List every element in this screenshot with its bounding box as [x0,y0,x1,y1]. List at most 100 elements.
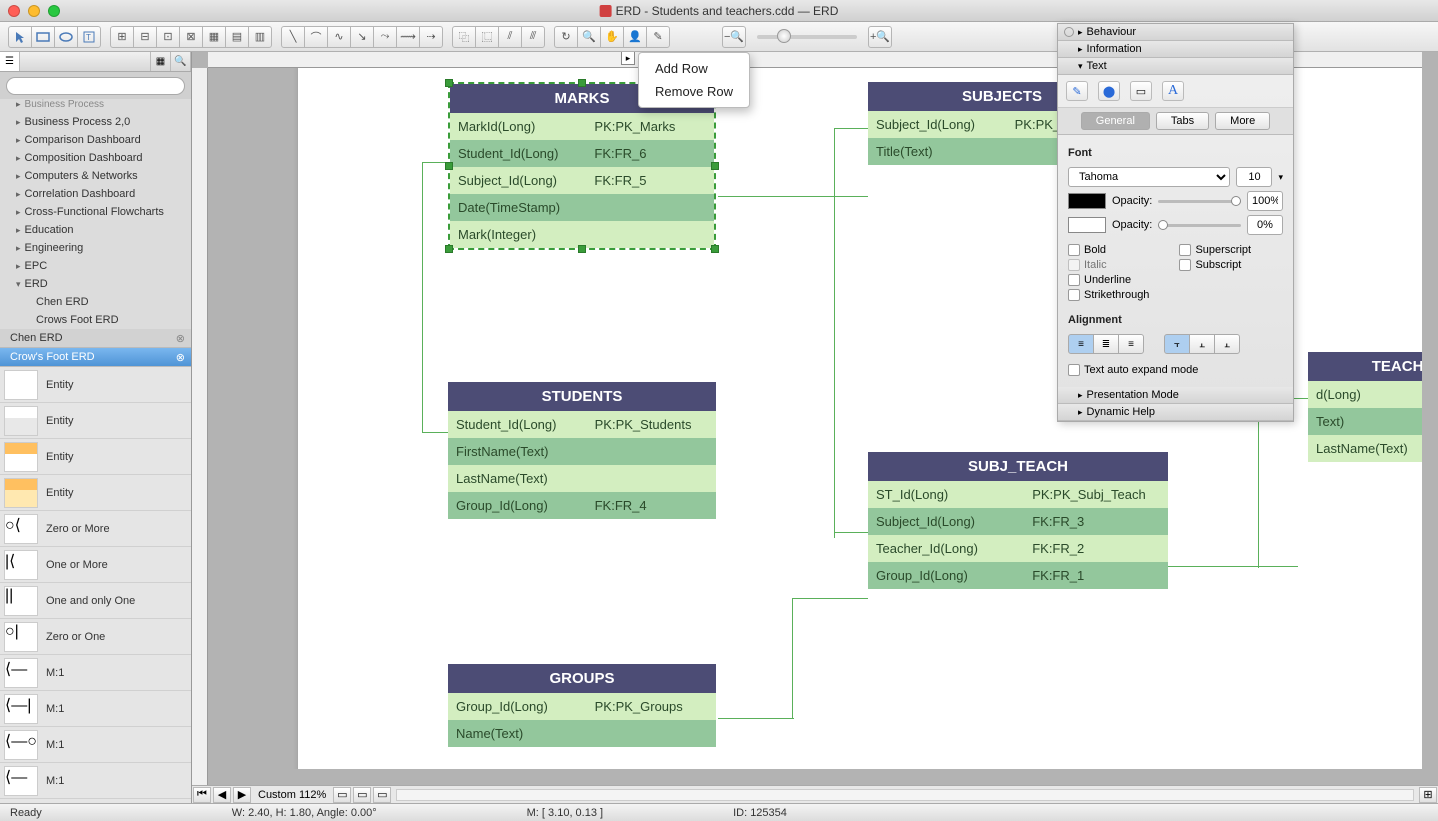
palette-entity-1[interactable]: Entity [0,367,191,403]
spline-tool[interactable]: ∿ [327,26,351,48]
tree-item-crows-foot-erd[interactable]: Crows Foot ERD [0,311,191,329]
tree-tool-7[interactable]: ▥ [248,26,272,48]
chk-bold[interactable] [1068,244,1080,256]
hscroll-track[interactable] [396,789,1414,801]
chk-auto-expand[interactable] [1068,364,1080,376]
erd-table-groups[interactable]: GROUPS Group_Id(Long)PK:PK_Groups Name(T… [448,664,716,747]
valign-mid[interactable]: ⫠ [1189,334,1215,354]
minimize-window-button[interactable] [28,5,40,17]
zoom-level[interactable]: Custom 112% [252,789,332,801]
sidebar-tab-libraries[interactable]: ☰ [0,52,20,71]
palette-entity-4[interactable]: Entity [0,475,191,511]
open-lib-chen[interactable]: Chen ERD⊗ [0,329,191,348]
tree-item[interactable]: ▸Correlation Dashboard [0,185,191,203]
palette-entity-3[interactable]: Entity [0,439,191,475]
tree-item-chen-erd[interactable]: Chen ERD [0,293,191,311]
tree-item[interactable]: ▸Cross-Functional Flowcharts [0,203,191,221]
tree-tool-6[interactable]: ▤ [225,26,249,48]
refresh-tool[interactable]: ↻ [554,26,578,48]
text-bg-swatch[interactable] [1068,217,1106,233]
align-left[interactable]: ≡ [1068,334,1094,354]
tree-tool-5[interactable]: ▦ [202,26,226,48]
connector-tool-4[interactable]: ⇢ [419,26,443,48]
erd-table-subj-teach[interactable]: SUBJ_TEACH ST_Id(Long)PK:PK_Subj_Teach S… [868,452,1168,589]
eyedropper-tool[interactable]: ✎ [646,26,670,48]
hand-tool[interactable]: ✋ [600,26,624,48]
tree-item[interactable]: ▸Composition Dashboard [0,149,191,167]
rectangle-tool[interactable] [31,26,55,48]
layer-3-button[interactable]: ▭ [373,787,391,803]
chk-underline[interactable] [1068,274,1080,286]
arc-tool[interactable]: ⌒ [304,26,328,48]
chk-strike[interactable] [1068,289,1080,301]
connector-tool-1[interactable]: ↘ [350,26,374,48]
text-bg-opacity-value[interactable] [1247,215,1283,235]
sidebar-tab-search-icon[interactable]: 🔍 [171,52,191,71]
ellipse-tool[interactable] [54,26,78,48]
close-icon[interactable]: ⊗ [176,351,185,364]
sidebar-tab-grid-icon[interactable]: ▦ [151,52,171,71]
text-bg-opacity-slider[interactable] [1158,224,1241,227]
zoom-out-button[interactable]: −🔍 [722,26,746,48]
props-section-text[interactable]: ▾Text [1058,58,1293,75]
chk-sub[interactable] [1179,259,1191,271]
tree-item[interactable]: ▸Education [0,221,191,239]
palette-m1-d[interactable]: ⟨—M:1 [0,763,191,799]
valign-bot[interactable]: ⫠ [1214,334,1240,354]
props-section-information[interactable]: ▸Information [1058,41,1293,58]
erd-table-students[interactable]: STUDENTS Student_Id(Long)PK:PK_Students … [448,382,716,519]
palette-m1-a[interactable]: ⟨—M:1 [0,655,191,691]
tree-item-erd[interactable]: ▾ERD [0,275,191,293]
next-page-button[interactable]: ▶ [233,787,251,803]
props-tab-general[interactable]: General [1081,112,1150,130]
first-page-button[interactable]: ⏮ [193,787,211,803]
tree-tool-1[interactable]: ⊞ [110,26,134,48]
tree-item[interactable]: ▸Business Process 2,0 [0,113,191,131]
valign-top[interactable]: ⫟ [1164,334,1190,354]
zoom-tool[interactable]: 🔍 [577,26,601,48]
palette-m1-b[interactable]: ⟨—|M:1 [0,691,191,727]
text-opacity-slider[interactable] [1158,200,1241,203]
group-tool[interactable]: ⿻ [452,26,476,48]
zoom-slider[interactable] [757,35,857,39]
align-right[interactable]: ≡ [1118,334,1144,354]
text-color-swatch[interactable] [1068,193,1106,209]
text-opacity-value[interactable] [1247,191,1283,211]
smart-tag-icon[interactable]: ▸ [621,52,635,65]
zoom-in-button[interactable]: +🔍 [868,26,892,48]
open-lib-crowfoot[interactable]: Crow's Foot ERD⊗ [0,348,191,367]
props-presentation-mode[interactable]: ▸Presentation Mode [1058,387,1293,404]
menu-remove-row[interactable]: Remove Row [639,80,749,103]
align-tool[interactable]: ⫽ [498,26,522,48]
close-window-button[interactable] [8,5,20,17]
palette-m1-c[interactable]: ⟨—○M:1 [0,727,191,763]
ungroup-tool[interactable]: ⿺ [475,26,499,48]
palette-entity-2[interactable]: Entity [0,403,191,439]
chk-italic[interactable] [1068,259,1080,271]
font-name-select[interactable]: Tahoma [1068,167,1230,187]
palette-one-more[interactable]: |⟨One or More [0,547,191,583]
scroll-end-button[interactable]: ⊞ [1419,787,1437,803]
text-fill-icon[interactable]: ⬤ [1098,81,1120,101]
font-a-icon[interactable]: A [1162,81,1184,101]
tree-item-truncated[interactable]: ▸Business Process [0,99,191,113]
distribute-tool[interactable]: ⫻ [521,26,545,48]
properties-panel[interactable]: ▸Behaviour ▸Information ▾Text ✎ ⬤ ▭ A Ge… [1057,23,1294,422]
props-tab-more[interactable]: More [1215,112,1270,130]
tree-tool-2[interactable]: ⊟ [133,26,157,48]
tree-item[interactable]: ▸Comparison Dashboard [0,131,191,149]
library-tree[interactable]: ▸Business Process ▸Business Process 2,0 … [0,99,191,367]
sidebar-search-input[interactable] [6,77,185,95]
props-tab-tabs[interactable]: Tabs [1156,112,1209,130]
props-section-behaviour[interactable]: ▸Behaviour [1058,24,1293,41]
tree-item[interactable]: ▸EPC [0,257,191,275]
tree-tool-4[interactable]: ⊠ [179,26,203,48]
text-pen-icon[interactable]: ✎ [1066,81,1088,101]
erd-table-teachers[interactable]: TEACHERS d(Long)PK:PK_Te Text) LastName(… [1308,352,1422,462]
palette-zero-one[interactable]: ○|Zero or One [0,619,191,655]
connector-tool-3[interactable]: ⟿ [396,26,420,48]
text-box-icon[interactable]: ▭ [1130,81,1152,101]
layer-2-button[interactable]: ▭ [353,787,371,803]
line-tool[interactable]: ╲ [281,26,305,48]
palette-one-only[interactable]: ||One and only One [0,583,191,619]
